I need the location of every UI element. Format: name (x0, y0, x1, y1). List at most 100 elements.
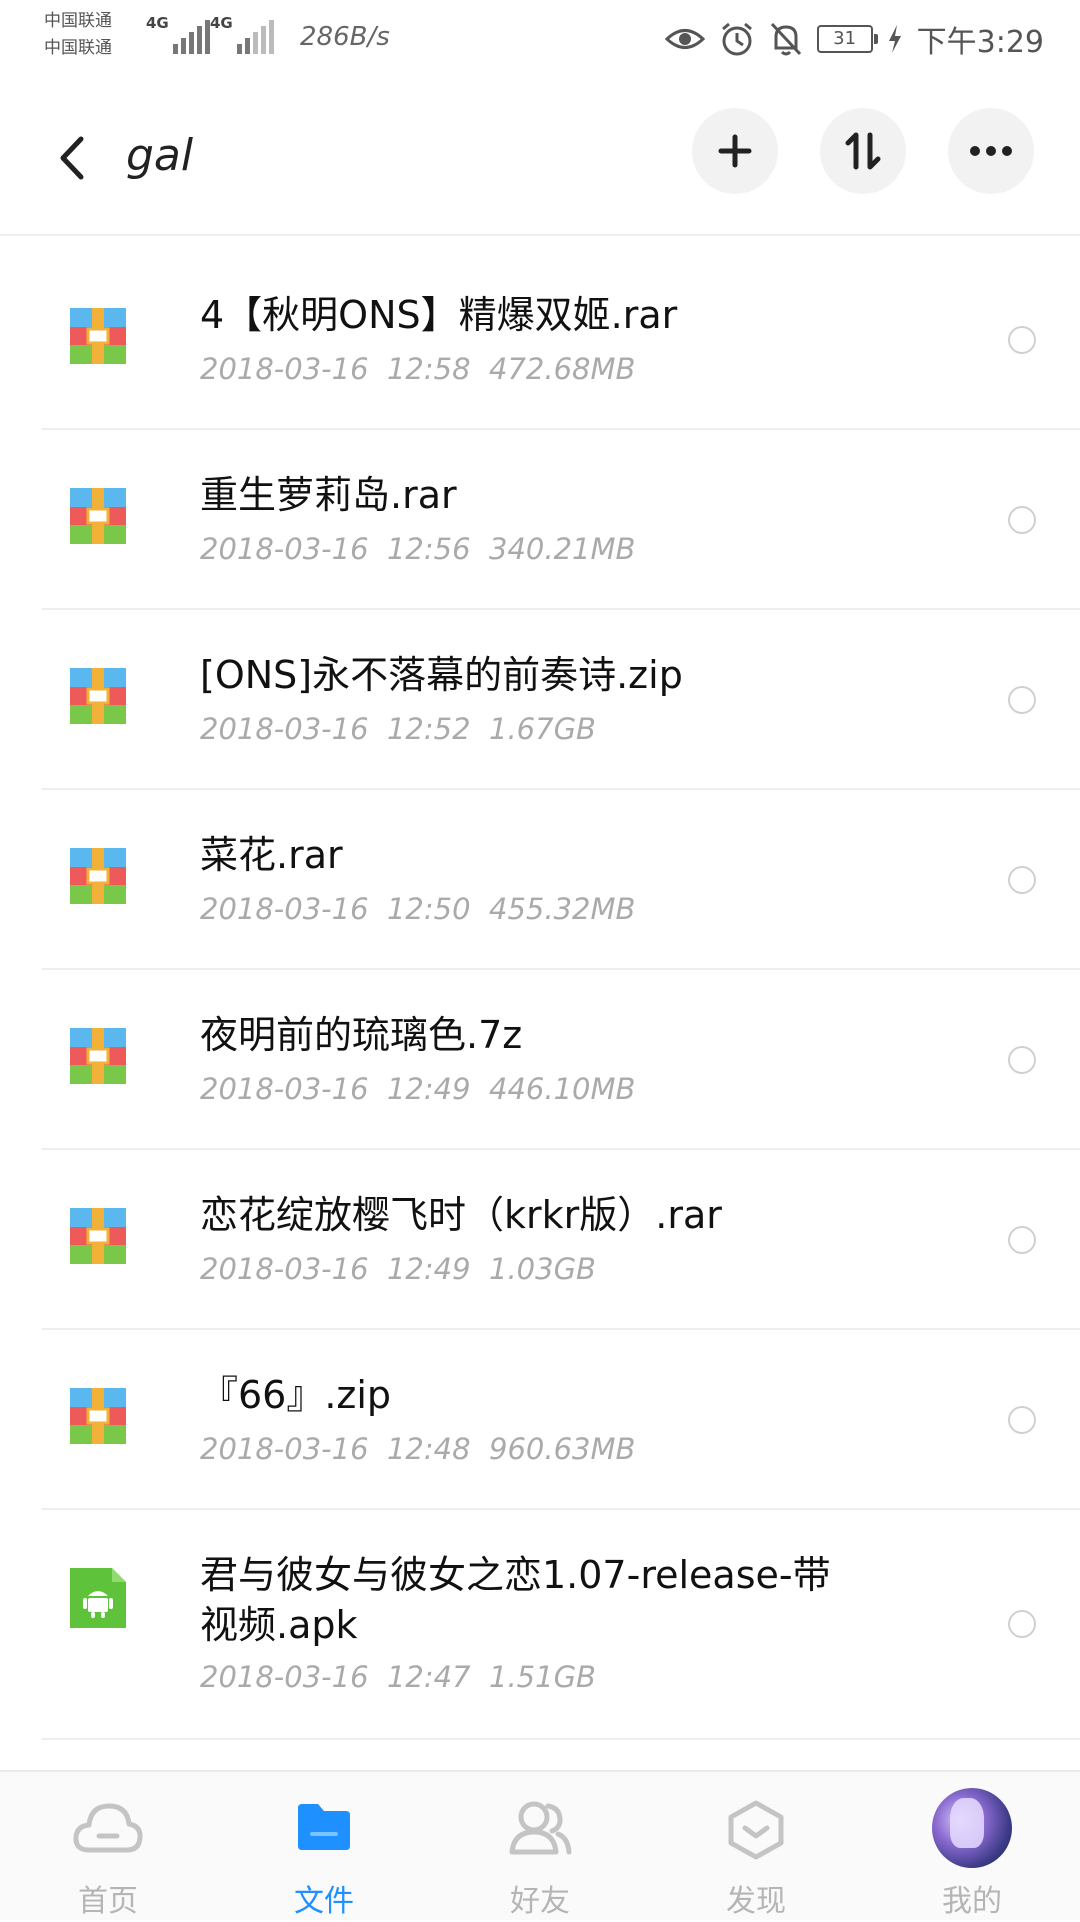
header: gal (0, 80, 1080, 236)
avatar (932, 1788, 1012, 1868)
more-icon (970, 146, 1012, 156)
file-row[interactable]: 夜明前的琉璃色.7z 2018-03-16 12:49 446.10MB (42, 970, 1080, 1150)
nav-home[interactable]: 首页 (0, 1772, 216, 1922)
select-radio[interactable] (1008, 1610, 1036, 1638)
clock: 下午3:29 (916, 25, 1044, 60)
net-speed: 286B/s (300, 22, 390, 52)
file-size: 455.32MB (489, 892, 636, 926)
file-meta: 2018-03-16 12:56 340.21MB (200, 532, 635, 566)
file-meta: 2018-03-16 12:47 1.51GB (200, 1660, 596, 1694)
charging-icon (887, 25, 903, 53)
folder-icon (294, 1800, 354, 1858)
archive-icon (70, 488, 126, 548)
user-avatar-image (932, 1788, 1012, 1868)
file-size: 1.03GB (489, 1252, 596, 1286)
select-radio[interactable] (1008, 326, 1036, 354)
file-size: 1.67GB (489, 712, 596, 746)
net-type-1: 4G (146, 14, 169, 32)
select-radio[interactable] (1008, 506, 1036, 534)
nav-files[interactable]: 文件 (216, 1772, 432, 1922)
page-title: gal (126, 130, 194, 181)
file-meta: 2018-03-16 12:48 960.63MB (200, 1432, 635, 1466)
nav-me[interactable]: 我的 (864, 1772, 1080, 1922)
signal-bars-icon (236, 18, 274, 54)
archive-icon (70, 1028, 126, 1088)
select-radio[interactable] (1008, 1406, 1036, 1434)
file-meta: 2018-03-16 12:52 1.67GB (200, 712, 596, 746)
file-name: 重生萝莉岛.rar (200, 473, 457, 517)
file-name: 夜明前的琉璃色.7z (200, 1013, 523, 1057)
file-row[interactable]: 菜花.rar 2018-03-16 12:50 455.32MB (42, 790, 1080, 970)
more-button[interactable] (948, 108, 1034, 194)
file-row[interactable]: [ONS]永不落幕的前奏诗.zip 2018-03-16 12:52 1.67G… (42, 610, 1080, 790)
archive-icon (70, 1208, 126, 1268)
friends-icon (508, 1800, 572, 1860)
eye-icon (664, 24, 705, 54)
file-date: 2018-03-16 (200, 1252, 369, 1286)
file-list: 4【秋明ONS】精爆双姬.rar 2018-03-16 12:58 472.68… (0, 250, 1080, 1770)
archive-icon (70, 1388, 126, 1448)
file-name: 恋花绽放樱飞时（krkr版）.rar (200, 1193, 722, 1237)
nav-label: 好友 (510, 1884, 570, 1919)
sort-button[interactable] (820, 108, 906, 194)
file-name: 『66』.zip (200, 1373, 392, 1417)
select-radio[interactable] (1008, 1226, 1036, 1254)
alarm-icon (719, 21, 755, 57)
nav-label: 首页 (78, 1884, 138, 1919)
select-radio[interactable] (1008, 1046, 1036, 1074)
file-meta: 2018-03-16 12:58 472.68MB (200, 352, 635, 386)
carrier-2: 中国联通 (44, 38, 112, 58)
file-time: 12:56 (386, 532, 471, 566)
net-type-2: 4G (210, 14, 233, 32)
mute-bell-icon (769, 21, 803, 57)
carrier-labels: 中国联通 中国联通 (44, 8, 112, 62)
file-time: 12:58 (386, 352, 471, 386)
cloud-icon (73, 1800, 143, 1860)
back-button[interactable] (44, 128, 100, 188)
archive-icon (70, 308, 126, 368)
status-icons: 31 下午3:29 (664, 16, 1044, 62)
signal-1: 4G (146, 14, 210, 54)
file-meta: 2018-03-16 12:49 1.03GB (200, 1252, 596, 1286)
signal-bars-icon (172, 18, 210, 54)
file-row[interactable]: 恋花绽放樱飞时（krkr版）.rar 2018-03-16 12:49 1.03… (42, 1150, 1080, 1330)
file-time: 12:49 (386, 1072, 471, 1106)
select-radio[interactable] (1008, 866, 1036, 894)
file-row[interactable]: 君与彼女与彼女之恋1.07-release-带视频.apk 2018-03-16… (42, 1510, 1080, 1740)
carrier-1: 中国联通 (44, 11, 112, 31)
file-row[interactable]: 4【秋明ONS】精爆双姬.rar 2018-03-16 12:58 472.68… (42, 250, 1080, 430)
add-button[interactable] (692, 108, 778, 194)
file-date: 2018-03-16 (200, 712, 369, 746)
file-meta: 2018-03-16 12:49 446.10MB (200, 1072, 635, 1106)
file-size: 472.68MB (489, 352, 636, 386)
sort-icon (845, 132, 881, 170)
file-date: 2018-03-16 (200, 892, 369, 926)
file-time: 12:52 (386, 712, 471, 746)
nav-label: 发现 (726, 1884, 786, 1919)
discover-icon (727, 1800, 785, 1864)
file-time: 12:49 (386, 1252, 471, 1286)
file-name: [ONS]永不落幕的前奏诗.zip (200, 653, 683, 697)
nav-label: 我的 (942, 1884, 1002, 1919)
file-size: 446.10MB (489, 1072, 636, 1106)
archive-icon (70, 668, 126, 728)
file-size: 1.51GB (489, 1660, 596, 1694)
file-date: 2018-03-16 (200, 352, 369, 386)
file-row[interactable]: 重生萝莉岛.rar 2018-03-16 12:56 340.21MB (42, 430, 1080, 610)
nav-discover[interactable]: 发现 (648, 1772, 864, 1922)
file-date: 2018-03-16 (200, 1660, 369, 1694)
nav-friends[interactable]: 好友 (432, 1772, 648, 1922)
file-date: 2018-03-16 (200, 1072, 369, 1106)
chevron-left-icon (60, 136, 84, 180)
android-apk-icon (70, 1568, 126, 1632)
file-size: 340.21MB (489, 532, 636, 566)
battery-level: 31 (833, 28, 857, 49)
file-meta: 2018-03-16 12:50 455.32MB (200, 892, 635, 926)
file-name: 4【秋明ONS】精爆双姬.rar (200, 293, 678, 337)
file-name: 君与彼女与彼女之恋1.07-release-带视频.apk (200, 1553, 831, 1647)
select-radio[interactable] (1008, 686, 1036, 714)
file-time: 12:47 (386, 1660, 471, 1694)
file-date: 2018-03-16 (200, 532, 369, 566)
file-row[interactable]: 『66』.zip 2018-03-16 12:48 960.63MB (42, 1330, 1080, 1510)
file-name: 菜花.rar (200, 833, 343, 877)
